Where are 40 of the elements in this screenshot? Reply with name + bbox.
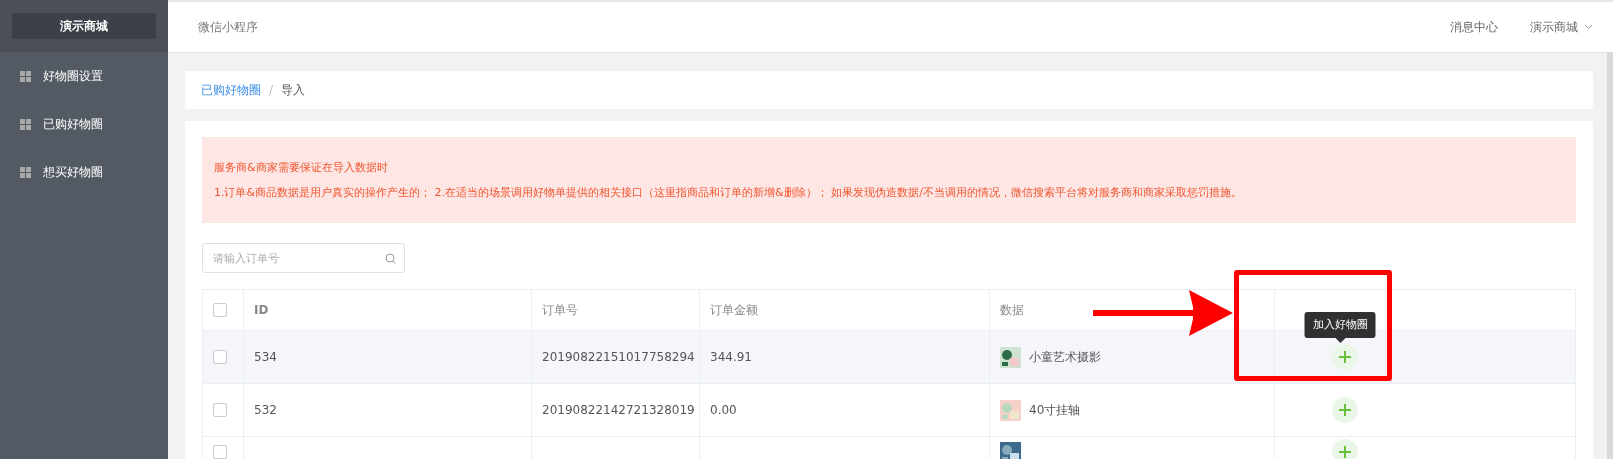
brand-title: 演示商城 bbox=[12, 13, 156, 39]
header-title: 微信小程序 bbox=[198, 18, 259, 36]
table-cell: 532 bbox=[244, 384, 532, 436]
column-header: ID bbox=[244, 290, 532, 330]
breadcrumb-current: 导入 bbox=[281, 81, 306, 99]
sidebar-item[interactable]: 想买好物圈 bbox=[0, 148, 168, 196]
search-icon bbox=[385, 253, 396, 264]
store-dropdown[interactable]: 演示商城 bbox=[1530, 18, 1593, 36]
message-center-link[interactable]: 消息中心 bbox=[1450, 18, 1498, 36]
row-checkbox[interactable] bbox=[213, 403, 227, 417]
grid-icon bbox=[20, 118, 31, 130]
grid-icon bbox=[20, 166, 31, 178]
table-cell: 344.91 bbox=[700, 331, 990, 383]
product-name: 小童艺术摄影 bbox=[1029, 348, 1101, 366]
tooltip: 加入好物圈 bbox=[1304, 312, 1376, 338]
alert-text: 1.订单&商品数据是用户真实的操作产生的； 2.在适当的场景调用好物单提供的相关接口（这里指商品和订单的新增&删除）； 如果发现伪造数据/不当调用的情况，微信搜索平台将对服务商和商家采取惩罚措施。 bbox=[214, 185, 1243, 200]
row-checkbox[interactable] bbox=[213, 445, 227, 459]
add-button[interactable] bbox=[1332, 439, 1358, 459]
plus-icon bbox=[1338, 445, 1352, 459]
column-header: 订单号 bbox=[532, 290, 700, 330]
alert-title: 服务商&商家需要保证在导入数据时 bbox=[214, 160, 389, 175]
breadcrumb-separator: / bbox=[269, 83, 274, 97]
breadcrumb-link[interactable]: 已购好物圈 bbox=[201, 81, 261, 99]
product-name: 40寸挂轴 bbox=[1029, 401, 1081, 419]
column-header: 订单金额 bbox=[700, 290, 990, 330]
select-all-checkbox[interactable] bbox=[213, 303, 227, 317]
search-field[interactable]: 请输入订单号 bbox=[202, 243, 405, 273]
table-cell: 20190822142721328019 bbox=[532, 384, 700, 436]
table-cell: 20190822151017758294 bbox=[532, 331, 700, 383]
grid-icon bbox=[20, 70, 31, 82]
add-button[interactable] bbox=[1332, 397, 1358, 423]
plus-icon bbox=[1338, 350, 1352, 364]
add-button[interactable] bbox=[1332, 344, 1358, 370]
table-cell: 0.00 bbox=[700, 384, 990, 436]
row-checkbox[interactable] bbox=[213, 350, 227, 364]
chevron-down-icon bbox=[1584, 24, 1593, 30]
plus-icon bbox=[1338, 403, 1352, 417]
table-cell: 534 bbox=[244, 331, 532, 383]
sidebar-item[interactable]: 已购好物圈 bbox=[0, 100, 168, 148]
sidebar-item[interactable]: 好物圈设置 bbox=[0, 52, 168, 100]
